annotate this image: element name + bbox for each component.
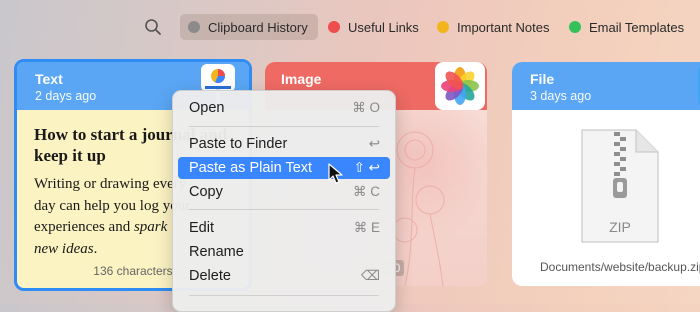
menu-item-shortcut: ⌘ O bbox=[352, 100, 380, 115]
card-header: File 3 days ago bbox=[512, 62, 700, 110]
menu-item-open[interactable]: Open ⌘ O bbox=[178, 97, 390, 119]
note-line: experiences and bbox=[34, 219, 134, 235]
menu-item-shortcut: ⌫ bbox=[360, 268, 380, 283]
menu-item-edit[interactable]: Edit ⌘ E bbox=[178, 217, 390, 239]
green-dot-icon bbox=[569, 21, 581, 33]
mouse-pointer-icon bbox=[328, 163, 343, 184]
menu-item-shortcut: ⇧ ↩ bbox=[353, 160, 380, 175]
note-emphasis: spark bbox=[133, 219, 168, 235]
top-bar: Clipboard History Useful Links Important… bbox=[0, 14, 700, 40]
menu-item-rename[interactable]: Rename bbox=[178, 241, 390, 263]
card-type-label: Image bbox=[281, 71, 322, 87]
red-dot-icon bbox=[328, 21, 340, 33]
note-line: . bbox=[93, 240, 98, 257]
menu-separator bbox=[189, 126, 379, 127]
search-icon[interactable] bbox=[144, 18, 162, 36]
photos-app-icon bbox=[435, 62, 485, 110]
yellow-dot-icon bbox=[437, 21, 449, 33]
menu-item-label: Open bbox=[189, 100, 225, 116]
menu-item-label: Delete bbox=[189, 268, 231, 284]
menu-separator bbox=[189, 295, 379, 296]
menu-item-shortcut: ⌘ E bbox=[353, 220, 380, 235]
tab-label: Clipboard History bbox=[208, 19, 308, 35]
tab-email-templates[interactable]: Email Templates bbox=[569, 14, 684, 40]
menu-item-paste-to-finder[interactable]: Paste to Finder ↩ bbox=[178, 133, 390, 155]
menu-item-label: Edit bbox=[189, 220, 214, 236]
zip-file-icon: ZIP bbox=[581, 129, 659, 243]
menu-item-shortcut: ⌘ C bbox=[353, 184, 380, 199]
card-date: 3 days ago bbox=[530, 89, 592, 103]
menu-item-label: Rename bbox=[189, 244, 244, 260]
tab-label: Important Notes bbox=[457, 19, 550, 35]
gray-dot-icon bbox=[188, 21, 200, 33]
menu-item-shortcut: ↩ bbox=[368, 136, 380, 151]
card-date: 2 days ago bbox=[35, 89, 97, 103]
clipboard-card-file[interactable]: File 3 days ago ZIP Documents/website/ba… bbox=[512, 62, 700, 286]
menu-separator bbox=[189, 209, 379, 210]
card-type-label: File bbox=[530, 71, 555, 87]
card-type-label: Text bbox=[35, 71, 63, 87]
tab-label: Email Templates bbox=[589, 19, 685, 35]
note-line: Writing or drawing every bbox=[34, 176, 187, 192]
menu-item-copy[interactable]: Copy ⌘ C bbox=[178, 181, 390, 203]
menu-item-label: Copy bbox=[189, 184, 223, 200]
file-extension-label: ZIP bbox=[609, 219, 631, 235]
note-line: day can help you log your bbox=[34, 197, 191, 214]
menu-item-paste-as-plain-text[interactable]: Paste as Plain Text ⇧ ↩ bbox=[178, 157, 390, 179]
tab-clipboard-history[interactable]: Clipboard History bbox=[180, 14, 318, 40]
menu-item-label: Paste as Plain Text bbox=[189, 160, 313, 176]
file-path: Documents/website/backup.zip bbox=[540, 260, 700, 274]
context-menu: Open ⌘ O Paste to Finder ↩ Paste as Plai… bbox=[172, 90, 396, 312]
note-emphasis: new ideas bbox=[34, 240, 94, 257]
menu-item-label: Paste to Finder bbox=[189, 136, 288, 152]
tab-useful-links[interactable]: Useful Links bbox=[328, 14, 419, 40]
menu-item-delete[interactable]: Delete ⌫ bbox=[178, 265, 390, 287]
tab-label: Useful Links bbox=[348, 19, 419, 35]
tab-important-notes[interactable]: Important Notes bbox=[437, 14, 550, 40]
